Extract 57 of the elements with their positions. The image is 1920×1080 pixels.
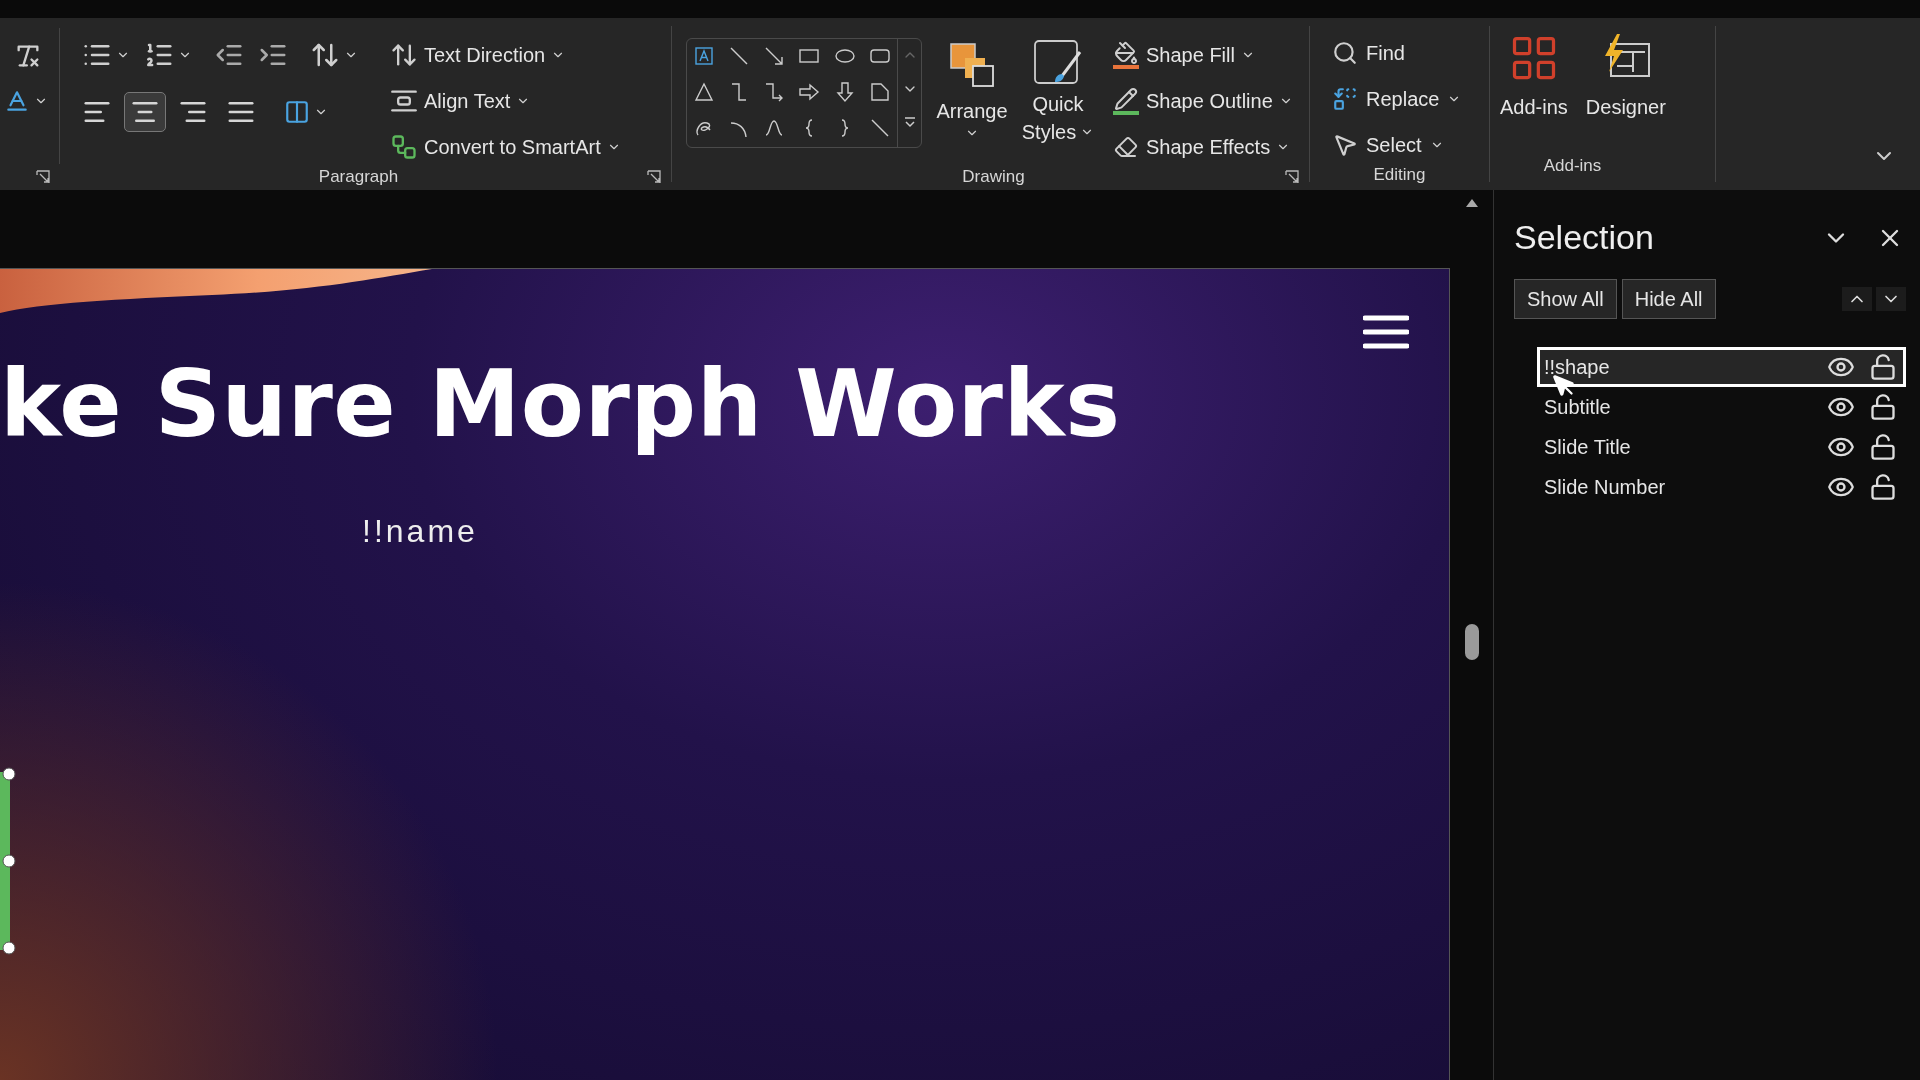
quick-styles-button[interactable]: Quick Styles <box>1018 38 1098 164</box>
shape-format-command[interactable]: Shape Effects <box>1112 130 1293 164</box>
scroll-up-arrow-icon[interactable] <box>1464 198 1479 208</box>
snip-shape-icon[interactable] <box>868 81 891 103</box>
pane-title: Selection <box>1514 217 1654 258</box>
item-name: Slide Number <box>1544 475 1667 500</box>
selection-item[interactable]: Slide Title <box>1537 427 1906 467</box>
group-label: Editing <box>1373 164 1426 186</box>
ribbon-command[interactable]: Text Direction <box>390 38 621 72</box>
show-all-button[interactable]: Show All <box>1514 279 1617 319</box>
ribbon-command[interactable]: Align Text <box>390 84 621 118</box>
unlock-icon[interactable] <box>1869 353 1897 381</box>
send-backward-button[interactable] <box>1876 287 1906 311</box>
replace-icon <box>1332 86 1358 112</box>
pencil-icon <box>1112 87 1140 115</box>
item-name: !!shape <box>1544 355 1611 380</box>
columns-icon[interactable] <box>284 99 310 125</box>
editing-command[interactable]: Select <box>1332 128 1489 162</box>
right-arrow-icon[interactable] <box>798 81 821 103</box>
arrow-icon[interactable] <box>763 45 786 67</box>
font-color-icon[interactable] <box>4 88 30 114</box>
editing-command[interactable]: Find <box>1332 36 1489 70</box>
slide-subtitle: !!name <box>362 512 478 551</box>
unlock-icon[interactable] <box>1869 433 1897 461</box>
dialog-launcher-icon[interactable] <box>647 169 661 184</box>
item-name: Slide Title <box>1544 435 1632 460</box>
item-name: Subtitle <box>1544 395 1612 420</box>
editing-command[interactable]: Replace <box>1332 82 1489 116</box>
selection-item[interactable]: Subtitle <box>1537 387 1906 427</box>
group-label: Add-ins <box>1543 154 1602 177</box>
paint-bucket-icon <box>1112 41 1140 69</box>
selection-item[interactable]: !!shape <box>1537 347 1906 387</box>
add-ins-button[interactable]: Add-ins <box>1500 32 1568 153</box>
unlock-icon[interactable] <box>1869 393 1897 421</box>
smartart-icon <box>390 133 418 161</box>
dialog-launcher-icon[interactable] <box>36 169 50 184</box>
dialog-launcher-icon[interactable] <box>1285 169 1299 184</box>
ribbon-command[interactable]: Convert to SmartArt <box>390 130 621 164</box>
shape-format-command[interactable]: Shape Outline <box>1112 84 1293 118</box>
triangle-icon[interactable] <box>693 81 715 103</box>
group-label: Paragraph <box>318 166 399 188</box>
hide-all-button[interactable]: Hide All <box>1621 279 1716 319</box>
shape-format-command[interactable]: Shape Fill <box>1112 38 1293 72</box>
arrange-icon <box>947 40 997 90</box>
selection-item[interactable]: Slide Number <box>1537 467 1906 507</box>
designer-button[interactable]: Designer <box>1585 32 1666 153</box>
textbox-icon[interactable] <box>693 45 715 67</box>
arrange-button[interactable]: Arrange <box>934 38 1010 164</box>
pointer-icon <box>1332 132 1358 158</box>
unlock-icon[interactable] <box>1869 473 1897 501</box>
group-label: Drawing <box>962 166 1025 188</box>
bring-forward-button[interactable] <box>1842 287 1872 311</box>
menu-icon <box>1363 315 1409 349</box>
eraser-icon <box>1112 135 1140 159</box>
search-icon <box>1332 40 1358 66</box>
alignment-button[interactable] <box>124 92 166 132</box>
scroll-thumb[interactable] <box>1464 624 1479 660</box>
